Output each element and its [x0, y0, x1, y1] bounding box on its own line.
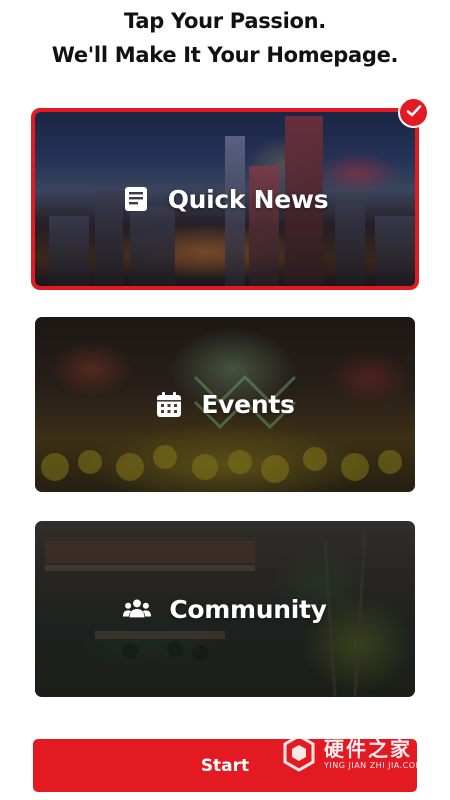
- title-line-2: We'll Make It Your Homepage.: [51, 43, 399, 67]
- card-label-community: Community: [169, 594, 327, 624]
- checkmark-icon: [406, 103, 422, 122]
- onboarding-screen: Tap Your Passion. We'll Make It Your Hom…: [0, 0, 450, 800]
- card-events[interactable]: Events: [35, 317, 415, 492]
- title-line-1: Tap Your Passion.: [124, 9, 326, 33]
- news-icon: [122, 185, 150, 213]
- people-icon: [123, 595, 152, 623]
- card-label-events: Events: [201, 390, 295, 419]
- page-title: Tap Your Passion. We'll Make It Your Hom…: [0, 4, 450, 72]
- card-label-quick-news: Quick News: [167, 184, 329, 214]
- selected-badge: [398, 97, 429, 128]
- card-quick-news[interactable]: Quick News: [31, 108, 419, 290]
- calendar-icon: [155, 391, 183, 419]
- card-community[interactable]: Community: [35, 521, 415, 697]
- start-button[interactable]: Start: [33, 739, 417, 792]
